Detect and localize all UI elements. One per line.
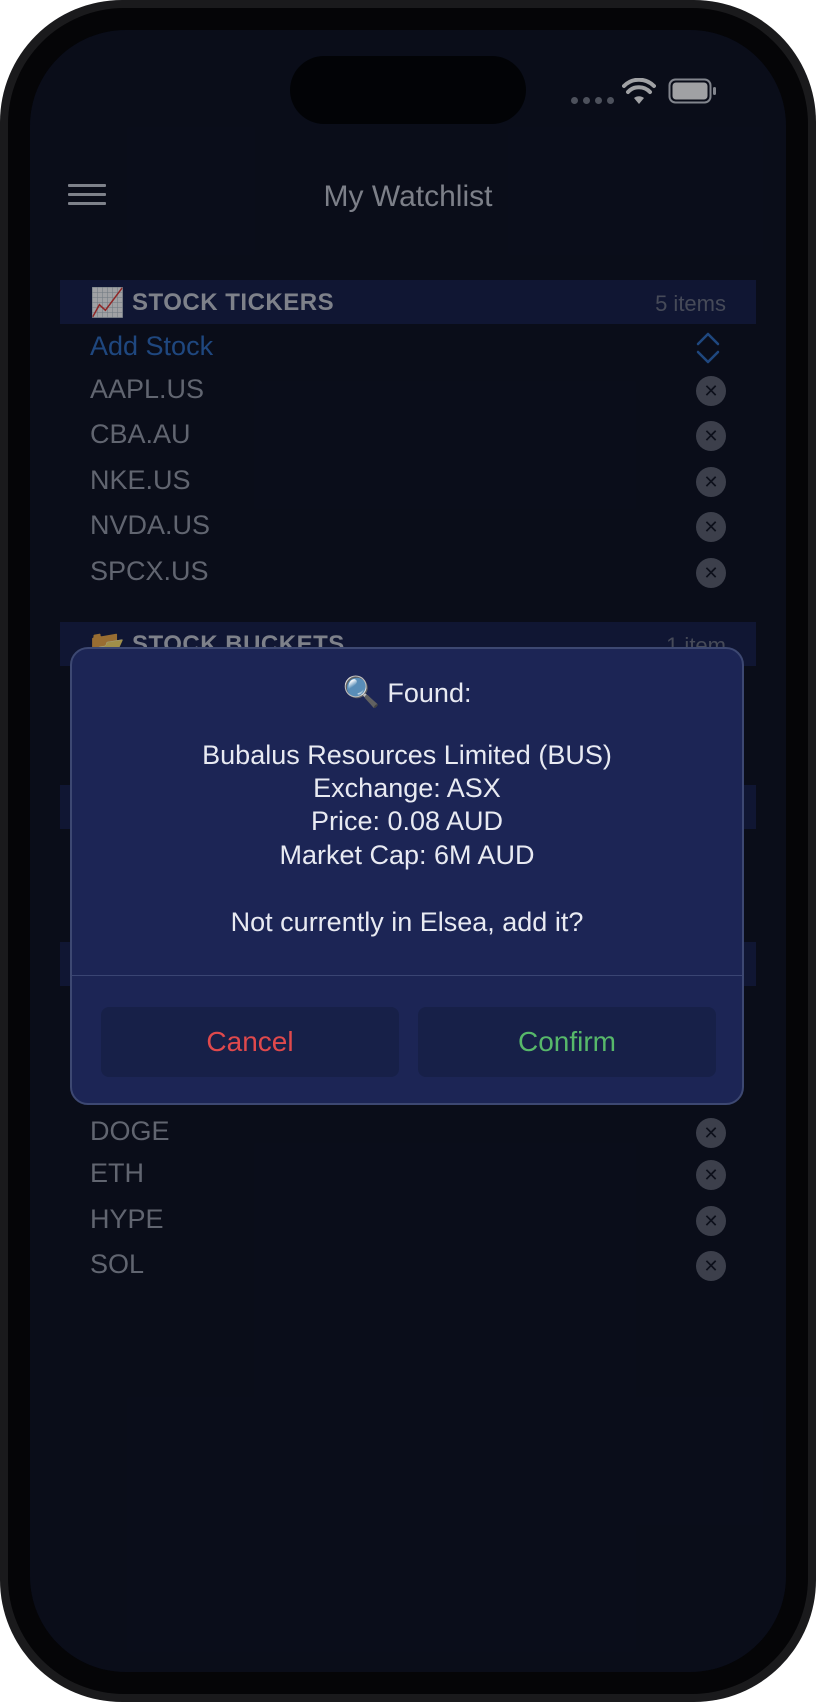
magnifier-icon: 🔍 [342,676,380,709]
exchange-text: Exchange: ASX [313,773,501,803]
dialog-divider [72,975,742,976]
dialog-heading: 🔍 Found: [72,675,742,710]
confirm-button[interactable]: Confirm [418,1007,716,1077]
add-question: Not currently in Elsea, add it? [230,907,584,937]
found-stock-dialog: 🔍 Found: Bubalus Resources Limited (BUS)… [70,647,744,1105]
dialog-heading-text: Found: [387,678,472,708]
price-text: Price: 0.08 AUD [310,806,504,836]
company-name: Bubalus Resources Limited (BUS) [202,740,612,770]
app-screen: My Watchlist 📈 STOCK TICKERS 5 items Add… [30,30,786,1672]
market-cap-text: Market Cap: 6M AUD [279,840,535,870]
cancel-button[interactable]: Cancel [101,1007,399,1077]
